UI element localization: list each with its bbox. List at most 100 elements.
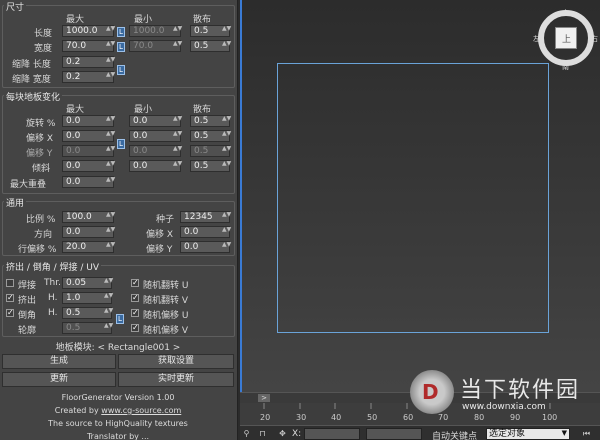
tick-label: 40	[331, 413, 342, 422]
outline-spinner[interactable]: 0.5 ▲▼	[62, 322, 113, 334]
tilt-scatter-spinner[interactable]: 0.5 ▲▼	[190, 160, 231, 172]
scale-length-spinner[interactable]: 0.2 ▲▼	[62, 56, 115, 68]
generate-button[interactable]: 生成	[2, 354, 116, 369]
rotation-scatter-spinner[interactable]: 0.5 ▲▼	[190, 115, 231, 127]
coord-x-field[interactable]	[304, 428, 360, 440]
width-min-spinner[interactable]: 70.0 ▲▼	[129, 40, 182, 52]
go-to-start-icon[interactable]: ⏮	[582, 429, 591, 438]
size-lock-icon[interactable]: L	[117, 27, 125, 37]
lock-selection-icon[interactable]: ⊓	[258, 429, 267, 438]
width-max-spinner[interactable]: 70.0 ▲▼	[62, 40, 115, 52]
key-icon[interactable]: ⚲	[242, 429, 251, 438]
update-button[interactable]: 更新	[2, 372, 116, 387]
time-slider-knob[interactable]: >	[258, 394, 270, 402]
general-offset-y-spinner[interactable]: 0.0 ▲▼	[180, 241, 231, 253]
scale-lock-icon[interactable]: L	[117, 65, 125, 75]
weld-checkbox[interactable]	[6, 279, 14, 287]
extrude-title[interactable]: 挤出 / 倒角 / 焊接 / UV	[4, 260, 102, 273]
tilt-min-spinner[interactable]: 0.0 ▲▼	[129, 160, 182, 172]
rectangle-object[interactable]	[277, 63, 549, 333]
offset-x-min-spinner[interactable]: 0.0 ▲▼	[129, 130, 182, 142]
auto-key-label[interactable]: 自动关键点	[432, 429, 477, 440]
length-max-spinner[interactable]: 1000.0 ▲▼	[62, 25, 115, 37]
flip-u-label: 随机翻转 U	[143, 281, 189, 291]
realtime-update-button[interactable]: 实时更新	[118, 372, 234, 387]
offset-lock-icon[interactable]: L	[117, 139, 125, 149]
bevel-label: 倒角	[18, 311, 37, 321]
flip-u-checkbox[interactable]: ✓	[131, 279, 139, 287]
source-text: The source to HighQuality textures	[48, 419, 188, 428]
scale-spinner[interactable]: 100.0 ▲▼	[62, 211, 115, 223]
extrude-checkbox[interactable]: ✓	[6, 294, 14, 302]
extrude-rollout	[2, 265, 235, 337]
offset-y-label: 偏移 Y	[26, 149, 53, 159]
direction-label: 方向	[34, 230, 53, 240]
offset-x-scatter-spinner[interactable]: 0.5 ▲▼	[190, 130, 231, 142]
outline-label: 轮廓	[18, 326, 37, 336]
watermark-logo-icon: D	[410, 370, 454, 414]
tile-header-max: 最大	[66, 105, 85, 115]
tick-label: 50	[367, 413, 378, 422]
bevel-lock-icon[interactable]: L	[116, 314, 124, 324]
scale-width-spinner[interactable]: 0.2 ▲▼	[62, 71, 115, 83]
tilt-max-spinner[interactable]: 0.0 ▲▼	[62, 160, 115, 172]
direction-spinner[interactable]: 0.0 ▲▼	[62, 226, 115, 238]
rotation-min-spinner[interactable]: 0.0 ▲▼	[129, 115, 182, 127]
viewcube-left-label: 左	[533, 35, 540, 43]
width-lock-icon[interactable]: L	[117, 42, 125, 52]
status-bar: ⚲ ⊓ ✥ X: 自动关键点 选定对象 ▼ ⏮	[240, 425, 600, 440]
general-offset-x-label: 偏移 X	[146, 230, 174, 240]
size-header-max: 最大	[66, 15, 85, 25]
translator-text: Translator by ...	[86, 432, 150, 440]
scale-label: 比例 %	[26, 215, 56, 225]
tilt-label: 倾斜	[32, 164, 51, 174]
offset-x-label: 偏移 X	[26, 134, 54, 144]
chevron-down-icon: ▼	[561, 429, 567, 437]
offset-u-checkbox[interactable]: ✓	[131, 309, 139, 317]
tile-header-min: 最小	[134, 105, 153, 115]
offset-x-max-spinner[interactable]: 0.0 ▲▼	[62, 130, 115, 142]
coord-y-field[interactable]	[366, 428, 422, 440]
offset-v-checkbox[interactable]: ✓	[131, 324, 139, 332]
size-header-scatter: 散布	[193, 15, 212, 25]
tick-label: 20	[260, 413, 271, 422]
rotation-max-spinner[interactable]: 0.0 ▲▼	[62, 115, 115, 127]
offset-y-scatter-spinner[interactable]: 0.5 ▲▼	[190, 145, 231, 157]
tick-label: 30	[296, 413, 307, 422]
viewport-active-border	[240, 0, 242, 392]
seed-spinner[interactable]: 12345 ▲▼	[180, 211, 231, 223]
selection-dropdown[interactable]: 选定对象 ▼	[486, 428, 570, 440]
offset-v-label: 随机偏移 V	[143, 326, 189, 336]
max-overlap-spinner[interactable]: 0.0 ▲▼	[62, 176, 115, 188]
bevel-checkbox[interactable]: ✓	[6, 309, 14, 317]
created-by-link[interactable]: www.cg-source.com	[101, 406, 181, 415]
bevel-spinner[interactable]: 0.5 ▲▼	[62, 307, 113, 319]
transform-mode-icon[interactable]: ✥	[278, 429, 287, 438]
viewcube-face[interactable]: 上	[555, 27, 577, 49]
viewcube-top-label: 上	[562, 9, 569, 17]
get-settings-button[interactable]: 获取设置	[118, 354, 234, 369]
offset-y-max-spinner[interactable]: 0.0 ▲▼	[62, 145, 115, 157]
viewcube[interactable]: 上	[538, 10, 594, 66]
scale-width-label: 缩降 宽度	[12, 75, 51, 85]
tile-variation-title[interactable]: 每块地板变化	[4, 90, 63, 103]
row-offset-spinner[interactable]: 20.0 ▲▼	[62, 241, 115, 253]
width-label: 宽度	[34, 44, 53, 54]
size-header-min: 最小	[134, 15, 153, 25]
extrude-spinner[interactable]: 1.0 ▲▼	[62, 292, 113, 304]
length-scatter-spinner[interactable]: 0.5 ▲▼	[190, 25, 231, 37]
coord-x-label: X:	[292, 429, 302, 439]
general-title[interactable]: 通用	[4, 196, 27, 209]
size-rollout-title[interactable]: 尺寸	[4, 0, 27, 13]
viewcube-right-label: 右	[591, 35, 598, 43]
width-scatter-spinner[interactable]: 0.5 ▲▼	[190, 40, 231, 52]
seed-label: 种子	[156, 215, 175, 225]
flip-v-checkbox[interactable]: ✓	[131, 294, 139, 302]
offset-y-min-spinner[interactable]: 0.0 ▲▼	[129, 145, 182, 157]
floor-module-label: 地板模块: < Rectangle001 >	[55, 343, 181, 353]
length-min-spinner[interactable]: 1000.0 ▲▼	[129, 25, 182, 37]
version-text: FloorGenerator Version 1.00	[61, 393, 175, 402]
weld-label: 焊接	[18, 281, 37, 291]
general-offset-x-spinner[interactable]: 0.0 ▲▼	[180, 226, 231, 238]
weld-spinner[interactable]: 0.05 ▲▼	[62, 277, 113, 289]
